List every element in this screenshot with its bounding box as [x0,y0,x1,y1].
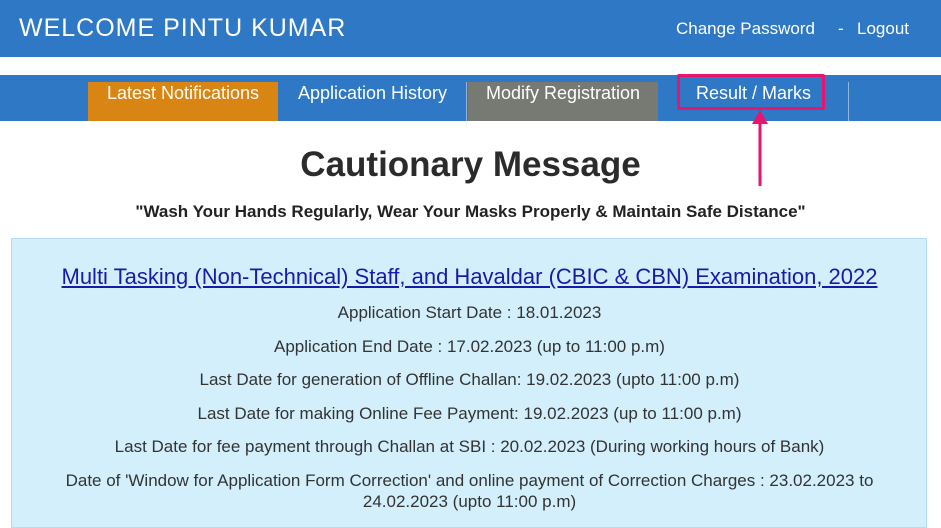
tab-label: Latest Notifications [106,83,260,103]
info-line: Application Start Date : 18.01.2023 [337,303,602,322]
header-separator: - [838,19,844,38]
tab-label: Modify Registration [485,83,641,103]
info-line: Application End Date : 17.02.2023 (up to… [274,337,665,356]
info-line: Last Date for making Online Fee Payment:… [197,404,742,423]
tab-latest-notifications[interactable]: Latest Notifications [88,82,278,121]
highlight-box [677,74,825,110]
welcome-text: WELCOME PINTU KUMAR [19,14,347,42]
tab-label: Application History [297,83,448,103]
caution-title: Cautionary Message [300,145,641,184]
caution-subtitle: "Wash Your Hands Regularly, Wear Your Ma… [135,202,806,221]
tab-application-history[interactable]: Application History [279,82,467,121]
info-line: Date of 'Window for Application Form Cor… [65,471,874,511]
info-line: Last Date for fee payment through Challa… [114,437,825,456]
exam-title-link[interactable]: Multi Tasking (Non-Technical) Staff, and… [0,264,939,290]
tab-modify-registration[interactable]: Modify Registration [468,82,658,121]
info-line: Last Date for generation of Offline Chal… [199,370,740,389]
logout-link[interactable]: Logout [857,19,909,39]
change-password-link[interactable]: Change Password [676,19,815,39]
top-header: WELCOME PINTU KUMAR Change Password - Lo… [0,0,941,57]
